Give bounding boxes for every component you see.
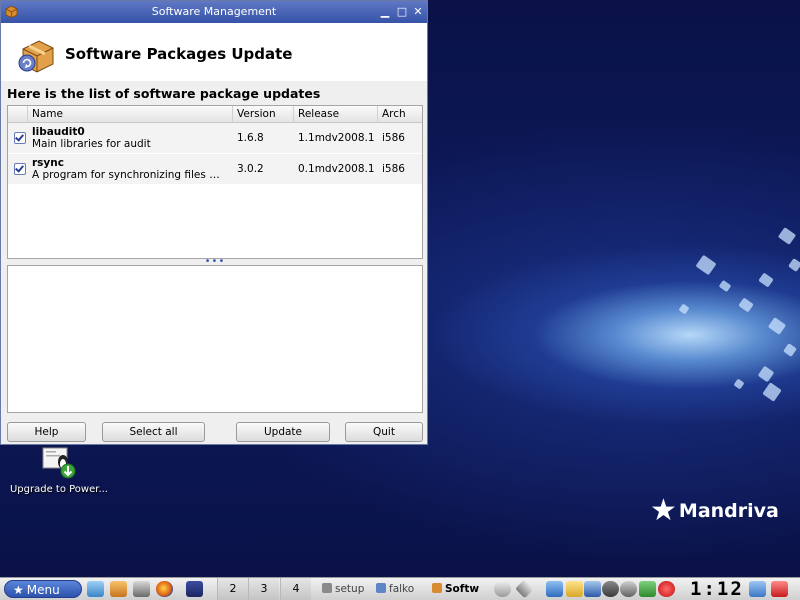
list-header: Name Version Release Arch [8,106,422,123]
package-checkbox[interactable] [14,163,26,175]
decor-shard [718,279,732,293]
table-row[interactable]: libaudit0 Main libraries for audit 1.6.8… [8,123,422,154]
menu-label: Menu [26,583,60,597]
package-version: 1.6.8 [237,132,264,144]
kde-icon[interactable] [602,581,619,597]
task-software-management[interactable]: Softw [432,581,484,597]
decor-shard [783,343,797,357]
update-button[interactable]: Update [236,422,330,442]
decor-shard [762,382,782,402]
close-icon[interactable]: ✕ [412,6,424,18]
row-check-cell [8,154,28,184]
task-setup[interactable]: setup [322,581,372,597]
menu-button[interactable]: ★ Menu [4,580,82,598]
firefox-icon[interactable] [156,581,173,597]
package-release: 1.1mdv2008.1 [298,132,375,144]
software-management-window: Software Management ▁ □ ✕ Software Packa… [0,0,428,445]
display-icon[interactable] [584,581,601,597]
row-check-cell [8,123,28,153]
package-arch: i586 [382,132,405,144]
lock-screen-icon[interactable] [749,581,766,597]
workspace-2[interactable]: 2 [217,578,248,600]
column-header-arch[interactable]: Arch [378,106,422,122]
quit-button[interactable]: Quit [345,422,423,442]
minimize-icon[interactable]: ▁ [379,6,391,18]
task-falko[interactable]: falko [376,581,424,597]
package-arch: i586 [382,163,405,175]
decor-shard [678,303,690,315]
package-release: 0.1mdv2008.1 [298,163,375,175]
mandriva-logo: ★ Mandriva [650,496,779,526]
name-cell: rsync A program for synchronizing files … [28,154,233,184]
decor-shard [733,378,745,390]
upgrade-icon [41,446,77,480]
task-falko-label: falko [389,583,415,595]
list-caption: Here is the list of software package upd… [7,86,321,101]
package-name: libaudit0 [32,126,85,138]
home-icon[interactable] [110,581,127,597]
decor-shard [758,272,774,288]
task-setup-label: setup [335,583,365,595]
package-update-list[interactable]: Name Version Release Arch libaudit0 Main… [7,105,423,259]
desktop-icon-label: Upgrade to Power... [9,484,108,495]
workspace-3[interactable]: 3 [248,578,279,600]
star-icon: ★ [650,493,677,528]
column-header-name[interactable]: Name [28,106,233,122]
desktop-preview-icon[interactable] [186,581,203,597]
window-title: Software Management [151,5,277,18]
klipper-icon[interactable] [566,581,583,597]
package-icon [432,583,442,593]
package-description: Main libraries for audit [32,138,151,150]
dialog-header: Software Packages Update [1,23,427,81]
tux-icon[interactable] [620,581,637,597]
network-applet-icon[interactable] [515,579,534,599]
maximize-icon[interactable]: □ [396,6,408,18]
updates-applet-icon[interactable] [494,581,511,597]
check-status-icon[interactable] [639,581,656,597]
mail-icon[interactable] [87,581,104,597]
column-header-check[interactable] [8,106,28,122]
package-name: rsync [32,157,64,169]
desktop-icon-upgrade[interactable]: Upgrade to Power... [4,446,114,495]
volume-icon[interactable] [546,581,563,597]
name-cell: libaudit0 Main libraries for audit [28,123,233,153]
column-header-version[interactable]: Version [233,106,294,122]
decor-shard [777,227,797,245]
decor-shard [695,254,717,276]
window-titlebar[interactable]: Software Management ▁ □ ✕ [1,1,427,23]
star-icon: ★ [13,583,24,597]
taskbar: ★ Menu 2 3 4 setup falko Softw 1:12 [0,577,800,600]
decor-shard [788,258,800,272]
package-details-pane[interactable] [7,265,423,413]
select-all-button[interactable]: Select all [102,422,205,442]
package-checkbox[interactable] [14,132,26,144]
decor-shard [757,365,775,383]
clock[interactable]: 1:12 [690,579,742,599]
task-software-label: Softw [445,583,480,595]
package-description: A program for synchronizing files ov... [32,169,224,181]
dialog-title: Software Packages Update [65,45,293,63]
alert-icon[interactable] [658,581,675,597]
computer-icon[interactable] [133,581,150,597]
column-header-release[interactable]: Release [294,106,378,122]
package-version: 3.0.2 [237,163,264,175]
package-update-icon [18,40,54,73]
logout-icon[interactable] [771,581,788,597]
decor-shard [738,297,754,313]
decor-shard [767,317,787,335]
table-row[interactable]: rsync A program for synchronizing files … [8,154,422,185]
folder-icon [376,583,386,593]
workspace-4[interactable]: 4 [280,578,311,600]
help-button[interactable]: Help [7,422,86,442]
logo-text: Mandriva [678,500,779,522]
terminal-icon [322,583,332,593]
